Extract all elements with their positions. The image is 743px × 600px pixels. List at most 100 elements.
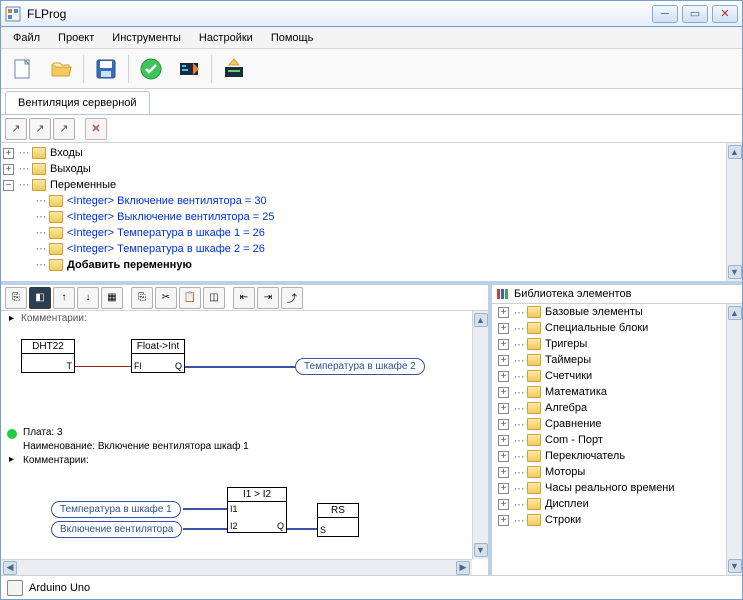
library-item[interactable]: +⋯Строки xyxy=(492,512,726,528)
library-item[interactable]: +⋯Дисплеи xyxy=(492,496,726,512)
library-scrollbar[interactable]: ▲ ▼ xyxy=(726,304,742,575)
canvas-tool-5[interactable]: ▦ xyxy=(101,287,123,309)
expand-icon[interactable]: + xyxy=(498,307,509,318)
tree-variable-item[interactable]: ⋯<Integer> Выключение вентилятора = 25 xyxy=(3,209,722,225)
tree-btn-1[interactable]: ↗ xyxy=(5,118,27,140)
canvas-tool-9[interactable]: ◫ xyxy=(203,287,225,309)
scroll-down-icon[interactable]: ▼ xyxy=(474,543,488,557)
canvas-tool-up[interactable]: ↑ xyxy=(53,287,75,309)
canvas-tool-cut[interactable]: ✂ xyxy=(155,287,177,309)
block-rs[interactable]: RS S xyxy=(317,503,359,537)
library-item[interactable]: +⋯Com - Порт xyxy=(492,432,726,448)
compile-button[interactable] xyxy=(173,53,205,85)
library-item[interactable]: +⋯Математика xyxy=(492,384,726,400)
oval-temp2[interactable]: Температура в шкафе 2 xyxy=(295,358,425,375)
canvas-tool-11[interactable]: ⇥ xyxy=(257,287,279,309)
expand-icon[interactable]: + xyxy=(498,339,509,350)
library-item[interactable]: +⋯Алгебра xyxy=(492,400,726,416)
save-button[interactable] xyxy=(90,53,122,85)
scroll-left-icon[interactable]: ◀ xyxy=(3,561,17,575)
folder-icon xyxy=(527,338,541,350)
menu-help[interactable]: Помощь xyxy=(263,30,322,46)
scroll-up-icon[interactable]: ▲ xyxy=(728,145,742,159)
scroll-up-icon[interactable]: ▲ xyxy=(728,306,742,320)
tree-variable-item[interactable]: ⋯<Integer> Включение вентилятора = 30 xyxy=(3,193,722,209)
expand-icon[interactable]: + xyxy=(3,164,14,175)
block-dht22[interactable]: DHT22 T xyxy=(21,339,75,373)
canvas-tool-paste[interactable]: 📋 xyxy=(179,287,201,309)
scroll-down-icon[interactable]: ▼ xyxy=(728,559,742,573)
oval-temp1[interactable]: Температура в шкафе 1 xyxy=(51,501,181,518)
board-label: Arduino Uno xyxy=(29,582,90,594)
tree-variable-item[interactable]: ⋯<Integer> Температура в шкафе 1 = 26 xyxy=(3,225,722,241)
menu-settings[interactable]: Настройки xyxy=(191,30,261,46)
expand-icon[interactable]: + xyxy=(498,467,509,478)
expand-icon[interactable]: + xyxy=(498,355,509,366)
library-item[interactable]: +⋯Счетчики xyxy=(492,368,726,384)
canvas-tool-2[interactable]: ◧ xyxy=(29,287,51,309)
menu-file[interactable]: Файл xyxy=(5,30,48,46)
maximize-button[interactable]: ▭ xyxy=(682,5,708,23)
plata-label: Плата: 3 xyxy=(23,427,63,438)
library-item[interactable]: +⋯Переключатель xyxy=(492,448,726,464)
canvas-scrollbar-h[interactable]: ◀ ▶ xyxy=(1,559,472,575)
block-float-int[interactable]: Float->Int Fl Q xyxy=(131,339,185,373)
scroll-right-icon[interactable]: ▶ xyxy=(456,561,470,575)
tree-variable-item[interactable]: ⋯<Integer> Температура в шкафе 2 = 26 xyxy=(3,241,722,257)
diagram-canvas[interactable]: Комментарии: ▸ DHT22 T Float->Int Fl Q Т… xyxy=(1,311,488,575)
library-item[interactable]: +⋯Сравнение xyxy=(492,416,726,432)
library-item[interactable]: +⋯Тригеры xyxy=(492,336,726,352)
expand-icon[interactable]: + xyxy=(498,515,509,526)
scroll-up-icon[interactable]: ▲ xyxy=(474,313,488,327)
tree-node-inputs[interactable]: +⋯Входы xyxy=(3,145,722,161)
folder-icon xyxy=(527,498,541,510)
canvas-scrollbar-v[interactable]: ▲ ▼ xyxy=(472,311,488,559)
library-item[interactable]: +⋯Таймеры xyxy=(492,352,726,368)
tree-node-variables[interactable]: −⋯Переменные xyxy=(3,177,722,193)
canvas-tool-10[interactable]: ⇤ xyxy=(233,287,255,309)
open-file-button[interactable] xyxy=(45,53,77,85)
close-button[interactable]: ✕ xyxy=(712,5,738,23)
arrow-icon: ▸ xyxy=(9,454,14,465)
expand-icon[interactable]: + xyxy=(498,387,509,398)
canvas-tool-1[interactable]: ⎘ xyxy=(5,287,27,309)
tree-btn-2[interactable]: ↗ xyxy=(29,118,51,140)
wire xyxy=(183,528,227,530)
check-button[interactable] xyxy=(135,53,167,85)
menu-tools[interactable]: Инструменты xyxy=(104,30,189,46)
folder-icon xyxy=(527,482,541,494)
minimize-button[interactable]: ─ xyxy=(652,5,678,23)
tree-scrollbar[interactable]: ▲ ▼ xyxy=(726,143,742,281)
upload-button[interactable] xyxy=(218,53,250,85)
expand-icon[interactable]: + xyxy=(498,419,509,430)
expand-icon[interactable]: + xyxy=(498,323,509,334)
tree-btn-3[interactable]: ↗ xyxy=(53,118,75,140)
expand-icon[interactable]: + xyxy=(3,148,14,159)
expand-icon[interactable]: + xyxy=(498,499,509,510)
canvas-tool-12[interactable]: ⤴ xyxy=(281,287,303,309)
tree-add-variable[interactable]: ⋯Добавить переменную xyxy=(3,257,722,273)
library-item[interactable]: +⋯Моторы xyxy=(492,464,726,480)
expand-icon[interactable]: + xyxy=(498,371,509,382)
expand-icon[interactable]: + xyxy=(498,451,509,462)
library-item[interactable]: +⋯Специальные блоки xyxy=(492,320,726,336)
tree-close-button[interactable]: ✕ xyxy=(85,118,107,140)
project-tab[interactable]: Вентиляция серверной xyxy=(5,91,150,114)
canvas-toolbar: ⎘ ◧ ↑ ↓ ▦ ⎘ ✂ 📋 ◫ ⇤ ⇥ ⤴ xyxy=(1,285,488,311)
collapse-icon[interactable]: − xyxy=(3,180,14,191)
scroll-down-icon[interactable]: ▼ xyxy=(728,265,742,279)
expand-icon[interactable]: + xyxy=(498,403,509,414)
library-item[interactable]: +⋯Часы реального времени xyxy=(492,480,726,496)
new-file-button[interactable] xyxy=(7,53,39,85)
tree-node-outputs[interactable]: +⋯Выходы xyxy=(3,161,722,177)
block-compare[interactable]: I1 > I2 I1 I2 Q xyxy=(227,487,287,533)
board-icon xyxy=(7,580,23,596)
library-item[interactable]: +⋯Базовые элементы xyxy=(492,304,726,320)
canvas-tool-copy[interactable]: ⎘ xyxy=(131,287,153,309)
expand-icon[interactable]: + xyxy=(498,435,509,446)
menu-project[interactable]: Проект xyxy=(50,30,102,46)
oval-fanon[interactable]: Включение вентилятора xyxy=(51,521,182,538)
canvas-tool-down[interactable]: ↓ xyxy=(77,287,99,309)
expand-icon[interactable]: + xyxy=(498,483,509,494)
app-icon xyxy=(5,6,21,22)
